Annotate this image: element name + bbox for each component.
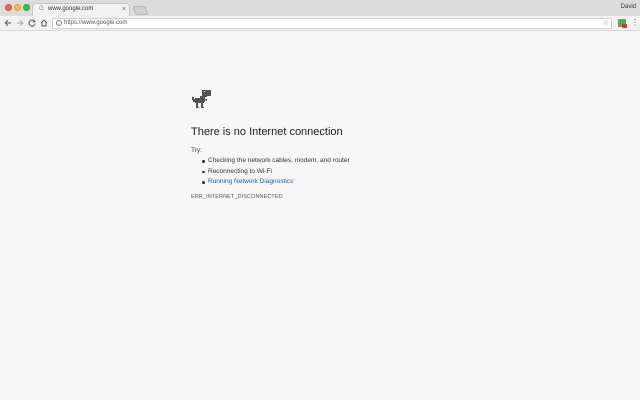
address-bar[interactable]: i https://www.google.com ☆	[52, 18, 612, 29]
home-icon[interactable]	[39, 18, 49, 28]
kebab-menu-icon[interactable]: ⋮	[631, 18, 639, 28]
url-text[interactable]: https://www.google.com	[64, 19, 127, 28]
error-code: ERR_INTERNET_DISCONNECTED	[191, 194, 283, 200]
reload-icon[interactable]	[27, 18, 37, 28]
window-minimize-button[interactable]	[14, 4, 21, 11]
star-icon[interactable]: ☆	[603, 19, 609, 28]
title-bar: G www.google.com × David	[0, 0, 640, 16]
error-page: There is no Internet connection Try: Che…	[0, 31, 640, 400]
forward-arrow-icon[interactable]	[15, 18, 25, 28]
tab-title: www.google.com	[48, 6, 94, 12]
profile-name[interactable]: David	[621, 3, 636, 11]
extension-badge	[622, 24, 627, 28]
new-tab-button[interactable]	[132, 6, 149, 15]
try-label: Try:	[191, 147, 202, 154]
page-icon: G	[39, 6, 44, 12]
error-title: There is no Internet connection	[191, 126, 343, 138]
suggestion-check-cables: Checking the network cables, modem, and …	[191, 156, 350, 167]
browser-toolbar: i https://www.google.com ☆ ⋮	[0, 16, 640, 31]
info-icon[interactable]: i	[56, 20, 62, 26]
tab-close-icon[interactable]: ×	[122, 5, 126, 14]
back-arrow-icon[interactable]	[3, 18, 13, 28]
window-close-button[interactable]	[5, 4, 12, 11]
suggestion-reconnect-wifi: Reconnecting to Wi-Fi	[191, 167, 350, 178]
network-diagnostics-link[interactable]: Running Network Diagnostics	[191, 177, 350, 188]
window-maximize-button[interactable]	[23, 4, 30, 11]
dinosaur-icon[interactable]	[191, 89, 213, 111]
suggestion-list: Checking the network cables, modem, and …	[191, 156, 350, 188]
browser-tab[interactable]: G www.google.com ×	[32, 3, 130, 16]
